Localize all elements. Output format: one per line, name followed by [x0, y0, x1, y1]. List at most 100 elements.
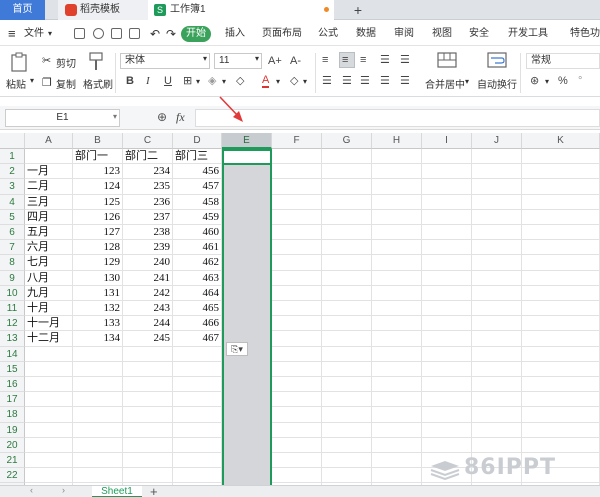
font-size-dropdown-icon[interactable]: ▾ — [255, 54, 259, 63]
sheet-tab-sheet1[interactable]: Sheet1 — [92, 486, 142, 497]
header-cell[interactable] — [25, 149, 73, 165]
cell[interactable] — [372, 255, 422, 271]
value-cell[interactable]: 238 — [123, 225, 173, 241]
header-cell[interactable]: 部门一 — [73, 149, 123, 165]
month-cell[interactable]: 二月 — [25, 179, 73, 195]
value-cell[interactable]: 463 — [173, 270, 222, 286]
cell[interactable] — [25, 468, 73, 484]
cell[interactable] — [272, 255, 322, 271]
bold-button[interactable]: B — [126, 74, 134, 88]
cell[interactable] — [372, 225, 422, 241]
value-cell[interactable]: 243 — [123, 301, 173, 317]
wrap-text-icon[interactable] — [487, 51, 507, 69]
cell[interactable] — [372, 316, 422, 332]
cell[interactable] — [272, 149, 322, 165]
save-icon[interactable] — [74, 28, 85, 39]
menu-page-layout[interactable]: 页面布局 — [262, 22, 302, 46]
paste-icon[interactable] — [10, 52, 28, 72]
cell[interactable] — [522, 285, 600, 301]
value-cell[interactable]: 456 — [173, 164, 222, 180]
currency-dropdown-icon[interactable]: ▾ — [545, 77, 549, 86]
cell[interactable] — [272, 209, 322, 225]
cell[interactable] — [372, 437, 422, 453]
value-cell[interactable]: 460 — [173, 225, 222, 241]
month-cell[interactable]: 十一月 — [25, 316, 73, 332]
menu-formulas[interactable]: 公式 — [318, 22, 338, 46]
value-cell[interactable]: 234 — [123, 164, 173, 180]
cell[interactable] — [422, 437, 472, 453]
cell[interactable] — [422, 149, 472, 165]
value-cell[interactable]: 462 — [173, 255, 222, 271]
cell[interactable] — [322, 468, 372, 484]
merge-center-button[interactable]: 合并居中 — [425, 76, 465, 91]
value-cell[interactable]: 241 — [123, 270, 173, 286]
cell[interactable] — [173, 361, 222, 377]
row-header-6[interactable]: 6 — [0, 225, 25, 241]
cell[interactable] — [322, 285, 372, 301]
menu-start[interactable]: 开始 — [181, 26, 211, 42]
format-painter-icon[interactable] — [88, 52, 104, 72]
row-header-15[interactable]: 15 — [0, 361, 25, 377]
cell[interactable] — [422, 346, 472, 362]
column-header-d[interactable]: D — [173, 133, 222, 149]
cell[interactable] — [173, 377, 222, 393]
cell[interactable] — [372, 392, 422, 408]
cell[interactable] — [372, 301, 422, 317]
cell[interactable] — [472, 255, 522, 271]
export-icon[interactable] — [93, 28, 104, 39]
column-header-b[interactable]: B — [73, 133, 123, 149]
cell[interactable] — [422, 179, 472, 195]
distribute-icon[interactable]: ☰ — [400, 74, 410, 88]
row-header-16[interactable]: 16 — [0, 377, 25, 393]
row-header-13[interactable]: 13 — [0, 331, 25, 347]
value-cell[interactable]: 132 — [73, 301, 123, 317]
cell[interactable] — [173, 453, 222, 469]
cell[interactable] — [173, 422, 222, 438]
menu-data[interactable]: 数据 — [356, 22, 376, 46]
menu-security[interactable]: 安全 — [469, 22, 489, 46]
row-header-5[interactable]: 5 — [0, 209, 25, 225]
month-cell[interactable]: 一月 — [25, 164, 73, 180]
cell[interactable] — [522, 316, 600, 332]
month-cell[interactable]: 十二月 — [25, 331, 73, 347]
cell[interactable] — [322, 240, 372, 256]
cell[interactable] — [123, 346, 173, 362]
cell[interactable] — [372, 285, 422, 301]
cell[interactable] — [322, 164, 372, 180]
cell[interactable] — [522, 179, 600, 195]
cell[interactable] — [73, 346, 123, 362]
cell[interactable] — [272, 468, 322, 484]
new-tab-button[interactable]: + — [350, 0, 366, 20]
fx-button[interactable]: fx — [176, 110, 185, 125]
value-cell[interactable]: 466 — [173, 316, 222, 332]
cell[interactable] — [422, 240, 472, 256]
cell[interactable] — [322, 255, 372, 271]
value-cell[interactable]: 240 — [123, 255, 173, 271]
column-header-j[interactable]: J — [472, 133, 522, 149]
cell[interactable] — [372, 240, 422, 256]
cell[interactable] — [73, 422, 123, 438]
cell[interactable] — [472, 225, 522, 241]
value-cell[interactable]: 236 — [123, 194, 173, 210]
cell[interactable] — [522, 301, 600, 317]
cell[interactable] — [522, 346, 600, 362]
align-top-icon[interactable]: ≡ — [322, 53, 328, 67]
cell[interactable] — [272, 346, 322, 362]
cell[interactable] — [472, 392, 522, 408]
cell[interactable] — [372, 361, 422, 377]
month-cell[interactable]: 三月 — [25, 194, 73, 210]
cell[interactable] — [422, 209, 472, 225]
value-cell[interactable]: 465 — [173, 301, 222, 317]
cell[interactable] — [322, 270, 372, 286]
clear-dropdown-icon[interactable]: ▾ — [303, 77, 307, 86]
zoom-formula-icon[interactable]: ⊕ — [157, 110, 167, 124]
month-cell[interactable]: 四月 — [25, 209, 73, 225]
font-color-dropdown-icon[interactable]: ▾ — [276, 77, 280, 86]
cell[interactable] — [322, 407, 372, 423]
value-cell[interactable]: 242 — [123, 285, 173, 301]
cell[interactable] — [322, 377, 372, 393]
cell[interactable] — [173, 346, 222, 362]
cell[interactable] — [272, 270, 322, 286]
cell[interactable] — [372, 377, 422, 393]
font-shrink-button[interactable]: A- — [290, 54, 301, 68]
